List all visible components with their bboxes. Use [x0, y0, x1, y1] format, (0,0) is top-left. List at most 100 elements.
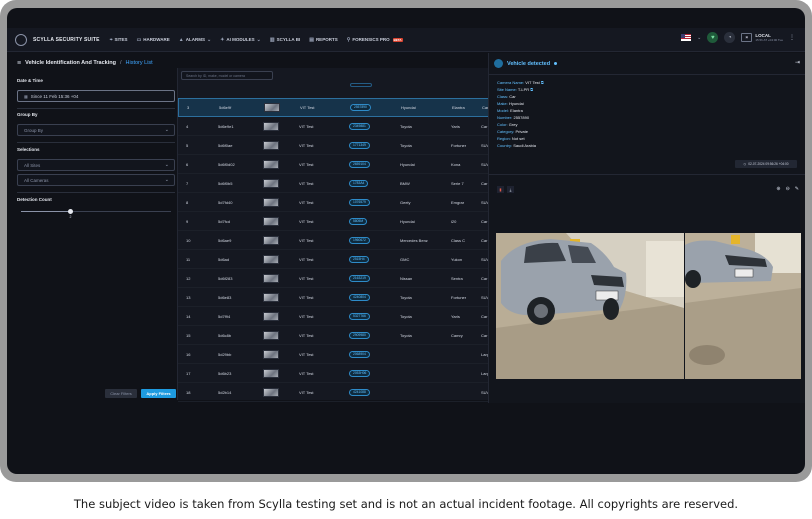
divider	[17, 142, 175, 143]
nav-scylla-bi[interactable]: ▥ SCYLLA BI	[270, 37, 300, 43]
us-flag-icon[interactable]	[681, 34, 692, 41]
table-row[interactable]: 17 5d6b23 VIT Test 2053H06 Large	[178, 364, 491, 383]
row-camera: VIT Test	[299, 313, 314, 319]
row-thumbnail[interactable]	[263, 197, 279, 207]
row-camera: VIT Test	[299, 218, 314, 224]
row-thumbnail[interactable]	[264, 103, 280, 112]
row-index: 4	[186, 123, 189, 129]
detail-field-key: Camera Name:	[497, 80, 525, 85]
edit-icon[interactable]: ✎	[795, 186, 799, 192]
nav-alarms[interactable]: ▲ ALARMS ⌄	[179, 37, 211, 43]
breadcrumb-module[interactable]: Vehicle Identification And Tracking	[25, 60, 116, 66]
table-row[interactable]: 13 5d6e83 VIT Test 4240804 Toyota Fortuner SUV	[178, 288, 490, 307]
table-row[interactable]: 5 5d6f0ae VIT Test 1771349 Toyota Fortuner SUV	[178, 136, 490, 155]
apply-filters-button[interactable]: Apply Filters	[141, 389, 176, 398]
nav-hardware[interactable]: ▭ HARDWARE	[137, 37, 170, 43]
table-row[interactable]: 16 5d29bb VIT Test 2068904 Large	[178, 345, 491, 364]
table-row[interactable]: 18 5d2b14 VIT Test 4241088 SUV	[178, 383, 490, 402]
row-plate-badge: 1771349	[349, 141, 370, 149]
detail-field-key: Region:	[497, 136, 511, 141]
detail-field: Color: Grey	[497, 122, 517, 128]
table-row[interactable]: 14 5d7f94 VIT Test 5327766 Toyota Yaris Car	[178, 307, 490, 326]
row-thumbnail[interactable]	[263, 368, 279, 378]
calendar-icon: ▦	[24, 93, 28, 99]
zoom-out-icon[interactable]: ⊖	[786, 186, 790, 192]
nav-ai-modules[interactable]: ✦ AI MODULES ⌄	[220, 37, 261, 43]
row-thumbnail[interactable]	[263, 387, 279, 397]
download-icon[interactable]: ⤓	[507, 186, 514, 193]
row-thumbnail[interactable]	[263, 235, 279, 245]
table-row[interactable]: 3 5d6e9f VIT Test 2557890 Hyundai Elantra Car	[178, 98, 490, 117]
row-thumbnail[interactable]	[263, 330, 279, 340]
row-make: GMC	[400, 256, 410, 262]
collapse-panel-icon[interactable]: ⇥	[795, 59, 800, 66]
nav-scylla-bi-label: SCYLLA BI	[276, 37, 301, 42]
table-row[interactable]: 6 5d6f0d02 VIT Test 2659104 Hyundai Kona SUV	[178, 155, 490, 174]
cameras-select[interactable]: All Cameras ⌄	[17, 174, 175, 186]
clear-filters-button[interactable]: Clear Filters	[105, 389, 137, 398]
row-thumbnail[interactable]	[263, 178, 279, 188]
slider-handle[interactable]	[68, 209, 73, 214]
row-model: Kona	[451, 161, 461, 167]
notification-bell-icon[interactable]: ◔	[724, 32, 736, 43]
nav-forensics-pro[interactable]: ⚲ FORENSICS PRO BETA	[347, 37, 403, 43]
vehicle-snapshot-crop[interactable]	[685, 233, 801, 379]
row-make: Hyundai	[400, 161, 415, 167]
table-row[interactable]: 12 5d6f283 VIT Test 2163219 Nissan Sentra Car	[178, 269, 490, 288]
row-index: 13	[186, 294, 191, 300]
footage-disclaimer: The subject video is taken from Scylla t…	[73, 497, 739, 511]
row-model: Serie 7	[451, 180, 464, 186]
sites-select[interactable]: All Sites ⌄	[17, 159, 175, 171]
groupby-placeholder: Group By	[24, 127, 44, 133]
table-row[interactable]: 15 5d6c8b VIT Test 2909980 Toyota Camry Car	[178, 326, 490, 345]
detail-field-key: Country:	[497, 143, 513, 148]
row-id: 5d29bb	[218, 351, 232, 357]
table-row[interactable]: 8 5d7fd40 VIT Test 1076579 Geely Emgrar SUV	[178, 193, 490, 212]
table-row[interactable]: 11 5d6ad VIT Test 2515H4 GMC Yukon SUV	[178, 250, 490, 269]
plate-badge	[350, 83, 372, 87]
groupby-label: Group By	[17, 112, 38, 117]
row-index: 14	[186, 313, 191, 319]
hamburger-menu-icon[interactable]: ≡	[17, 60, 21, 67]
vehicle-snapshot-main[interactable]	[496, 233, 684, 379]
table-row[interactable]: 4 5d6e9e1 VIT Test 2349881 Toyota Yaris Car	[178, 117, 490, 136]
nav-sites[interactable]: ⌖ SITES	[110, 37, 128, 43]
health-status-icon[interactable]: ♥	[707, 32, 719, 43]
row-thumbnail[interactable]	[263, 292, 279, 302]
vehicle-avatar-icon	[494, 59, 503, 68]
row-type: Car	[481, 237, 488, 243]
zoom-in-icon[interactable]: ⊕	[776, 186, 780, 192]
delete-icon[interactable]: ▮	[497, 186, 504, 193]
row-thumbnail[interactable]	[263, 254, 279, 264]
datetime-value: Since 11 Feb 15:36 +04	[30, 93, 79, 99]
table-row[interactable]: 9 5d7fcd VIT Test 5805M Hyundai i20 Car	[178, 212, 490, 231]
row-thumbnail[interactable]	[263, 159, 279, 169]
selections-label: Selections	[17, 147, 40, 152]
row-index: 3	[187, 105, 190, 110]
row-id: 5d7f94	[218, 313, 231, 319]
user-subtext: 15.5h AT +04:00 Tue	[755, 38, 783, 42]
row-make: Hyundai	[400, 218, 415, 224]
user-menu[interactable]: ▣ LOCAL 15.5h AT +04:00 Tue	[741, 33, 783, 42]
row-thumbnail[interactable]	[263, 140, 279, 150]
row-make: Hyundai	[401, 105, 416, 110]
status-dot-icon	[554, 62, 558, 65]
table-row[interactable]: 7 5d6f0b5 VIT Test 1783A4 BMW Serie 7 Car	[178, 174, 490, 193]
row-thumbnail[interactable]	[263, 121, 279, 131]
table-row[interactable]: 10 5d6ae9 VIT Test 1960672 Mercedes Benz Clas…	[178, 231, 490, 250]
table-search-input[interactable]: Search by ID, make, model or camera	[181, 71, 273, 80]
row-thumbnail[interactable]	[263, 349, 279, 359]
row-thumbnail[interactable]	[263, 311, 279, 321]
external-link-icon[interactable]: ⧉	[540, 80, 544, 85]
datetime-field[interactable]: ▦ Since 11 Feb 15:36 +04	[17, 90, 175, 102]
nav-reports[interactable]: ▤ REPORTS	[309, 37, 338, 43]
row-thumbnail[interactable]	[263, 273, 279, 283]
groupby-select[interactable]: Group By ⌄	[17, 124, 175, 136]
row-model: Yukon	[451, 256, 463, 262]
kebab-menu-icon[interactable]: ⋮	[789, 34, 795, 41]
row-thumbnail[interactable]	[263, 216, 279, 226]
detail-field: Site Name: T-LPR ⧉	[497, 87, 533, 93]
detection-count-slider[interactable]	[21, 209, 171, 214]
scylla-logo-icon	[15, 33, 27, 46]
external-link-icon[interactable]: ⧉	[529, 87, 533, 92]
